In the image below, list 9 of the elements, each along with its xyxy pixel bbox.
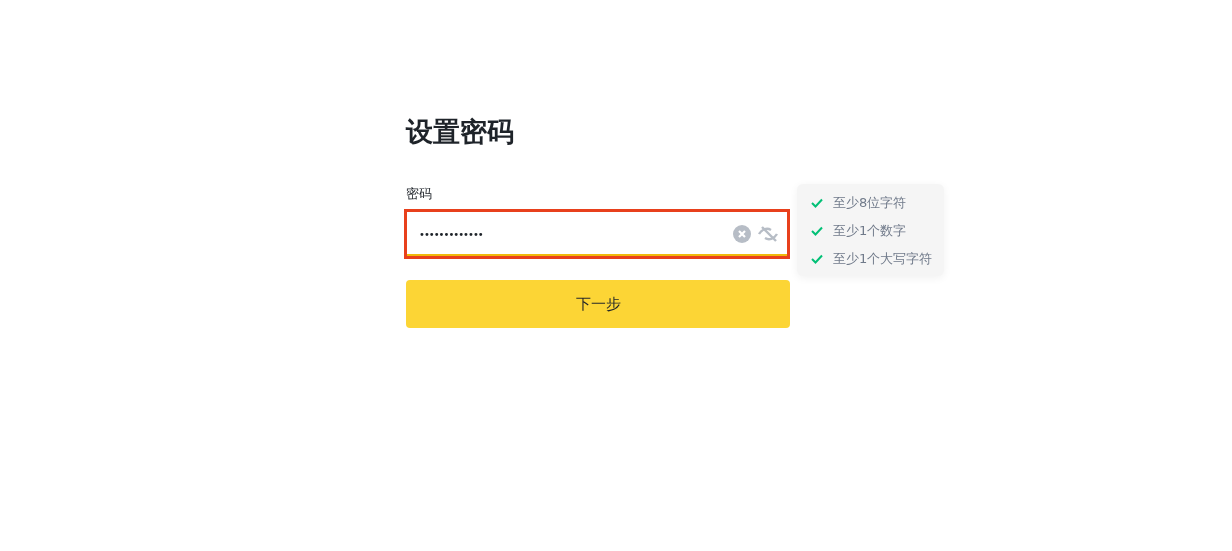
next-button[interactable]: 下一步	[406, 280, 790, 328]
password-field[interactable]: •••••••••••••	[404, 209, 790, 259]
requirement-text: 至少8位字符	[833, 194, 907, 212]
requirement-text: 至少1个大写字符	[833, 250, 933, 268]
page-title: 设置密码	[406, 115, 515, 149]
field-label: 密码	[406, 185, 433, 203]
eye-slash-icon[interactable]	[757, 225, 779, 243]
clear-icon[interactable]	[733, 225, 751, 243]
requirement-text: 至少1个数字	[833, 222, 907, 240]
